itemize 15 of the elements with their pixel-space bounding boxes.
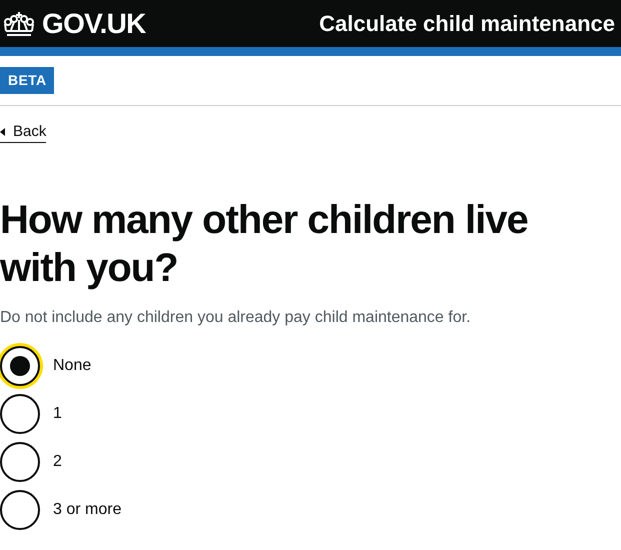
option-label: 1	[53, 404, 62, 424]
radio-button[interactable]	[0, 394, 40, 434]
hint-text: Do not include any children you already pay child maintenance for.	[0, 308, 472, 328]
gov-uk-logo-link[interactable]: GOV.UK	[42, 10, 146, 38]
beta-tag: BETA	[0, 67, 54, 94]
caret-icon	[0, 128, 5, 136]
radio-button[interactable]	[0, 346, 40, 386]
radio-button[interactable]	[0, 442, 40, 482]
back-link[interactable]: Back	[0, 122, 46, 143]
service-name-link[interactable]: Calculate child maintenance	[319, 12, 615, 34]
option-label: None	[53, 356, 92, 376]
crown-icon	[2, 10, 36, 36]
option-label: 3 or more	[53, 500, 122, 520]
radio-button[interactable]	[0, 490, 40, 530]
option-label: 2	[53, 452, 62, 472]
